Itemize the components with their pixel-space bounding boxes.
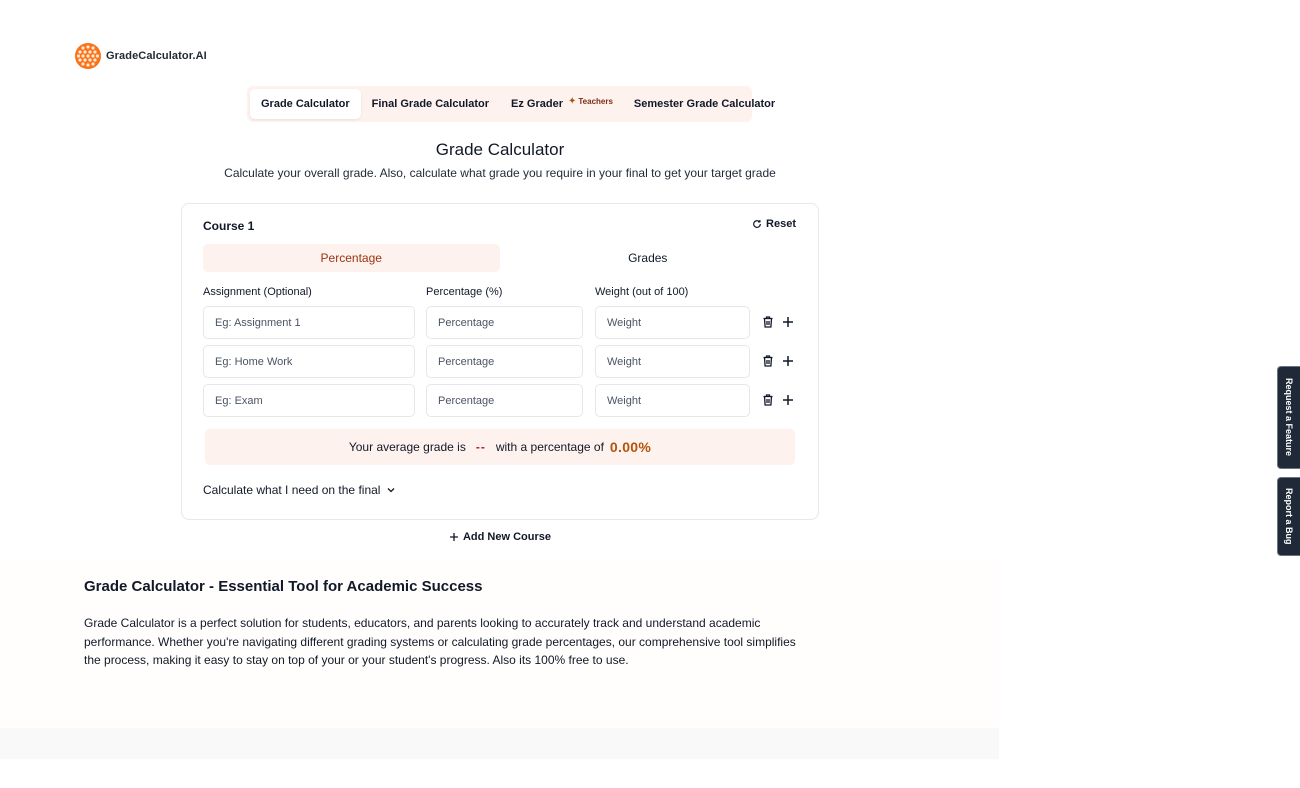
- trash-icon[interactable]: [761, 315, 775, 329]
- average-percentage-value: 0.00%: [609, 439, 652, 455]
- mode-toggle: Percentage Grades: [203, 244, 796, 272]
- average-grade-value: --: [475, 440, 486, 454]
- page-title: Grade Calculator: [435, 140, 565, 159]
- request-feature-label: Request a Feature: [1284, 378, 1294, 457]
- mode-percentage[interactable]: Percentage: [203, 244, 500, 272]
- teachers-badge: ✦ Teachers: [568, 96, 613, 107]
- trash-icon[interactable]: [761, 354, 775, 368]
- calculator-tabs: Grade Calculator Final Grade Calculator …: [247, 86, 775, 122]
- percentage-input[interactable]: [426, 384, 583, 417]
- assignment-row: [203, 306, 803, 339]
- article-title: Grade Calculator - Essential Tool for Ac…: [84, 578, 483, 595]
- column-label-weight: Weight (out of 100): [595, 286, 689, 298]
- assignment-name-input[interactable]: [203, 345, 415, 378]
- weight-input[interactable]: [595, 384, 750, 417]
- assignment-row: [203, 384, 803, 417]
- tab-ez-grader-label: Ez Grader: [511, 98, 563, 110]
- trash-icon[interactable]: [761, 393, 775, 407]
- report-bug-label: Report a Bug: [1284, 488, 1294, 545]
- course-title: Course 1: [203, 219, 255, 233]
- course-card: Course 1 Reset Percentage Grades Assignm…: [181, 203, 819, 520]
- average-prefix: Your average grade is: [348, 440, 466, 454]
- tab-semester-grade-calculator[interactable]: Semester Grade Calculator: [623, 89, 786, 119]
- assignment-name-input[interactable]: [203, 384, 415, 417]
- reset-button[interactable]: Reset: [752, 218, 796, 230]
- column-label-assignment: Assignment (Optional): [203, 286, 312, 298]
- tab-final-grade-calculator[interactable]: Final Grade Calculator: [361, 89, 500, 119]
- percentage-input[interactable]: [426, 345, 583, 378]
- logo[interactable]: GradeCalculator.AI: [74, 42, 207, 70]
- average-summary: Your average grade is -- with a percenta…: [205, 429, 795, 465]
- average-middle-text: with a percentage of: [495, 440, 604, 454]
- tab-ez-grader[interactable]: Ez Grader ✦ Teachers: [500, 89, 623, 119]
- add-course-label: Add New Course: [462, 531, 551, 543]
- column-label-percentage: Percentage (%): [426, 286, 503, 298]
- plus-icon: [449, 533, 458, 541]
- weight-input[interactable]: [595, 345, 750, 378]
- final-calculator-toggle[interactable]: Calculate what I need on the final: [203, 483, 396, 497]
- teachers-badge-label: Teachers: [578, 96, 613, 106]
- plus-icon[interactable]: [781, 393, 795, 407]
- report-bug-tab[interactable]: Report a Bug: [1277, 477, 1300, 556]
- plus-icon[interactable]: [781, 354, 795, 368]
- final-calculator-label: Calculate what I need on the final: [203, 483, 381, 497]
- refresh-icon: [753, 220, 761, 228]
- weight-input[interactable]: [595, 306, 750, 339]
- sparkle-icon: ✦: [567, 95, 577, 107]
- chevron-down-icon: [387, 488, 395, 493]
- mode-grades[interactable]: Grades: [500, 244, 797, 272]
- tab-grade-calculator[interactable]: Grade Calculator: [250, 89, 361, 119]
- article-body: Grade Calculator is a perfect solution f…: [84, 616, 796, 667]
- logo-icon: [75, 43, 101, 69]
- page-subtitle: Calculate your overall grade. Also, calc…: [224, 166, 776, 180]
- logo-text: GradeCalculator.AI: [106, 50, 207, 62]
- plus-icon[interactable]: [781, 315, 795, 329]
- assignment-row: [203, 345, 803, 378]
- request-feature-tab[interactable]: Request a Feature: [1277, 366, 1300, 469]
- percentage-input[interactable]: [426, 306, 583, 339]
- footer-band: [0, 728, 999, 759]
- assignment-name-input[interactable]: [203, 306, 415, 339]
- reset-label: Reset: [766, 218, 796, 230]
- add-course-button[interactable]: Add New Course: [0, 531, 1000, 543]
